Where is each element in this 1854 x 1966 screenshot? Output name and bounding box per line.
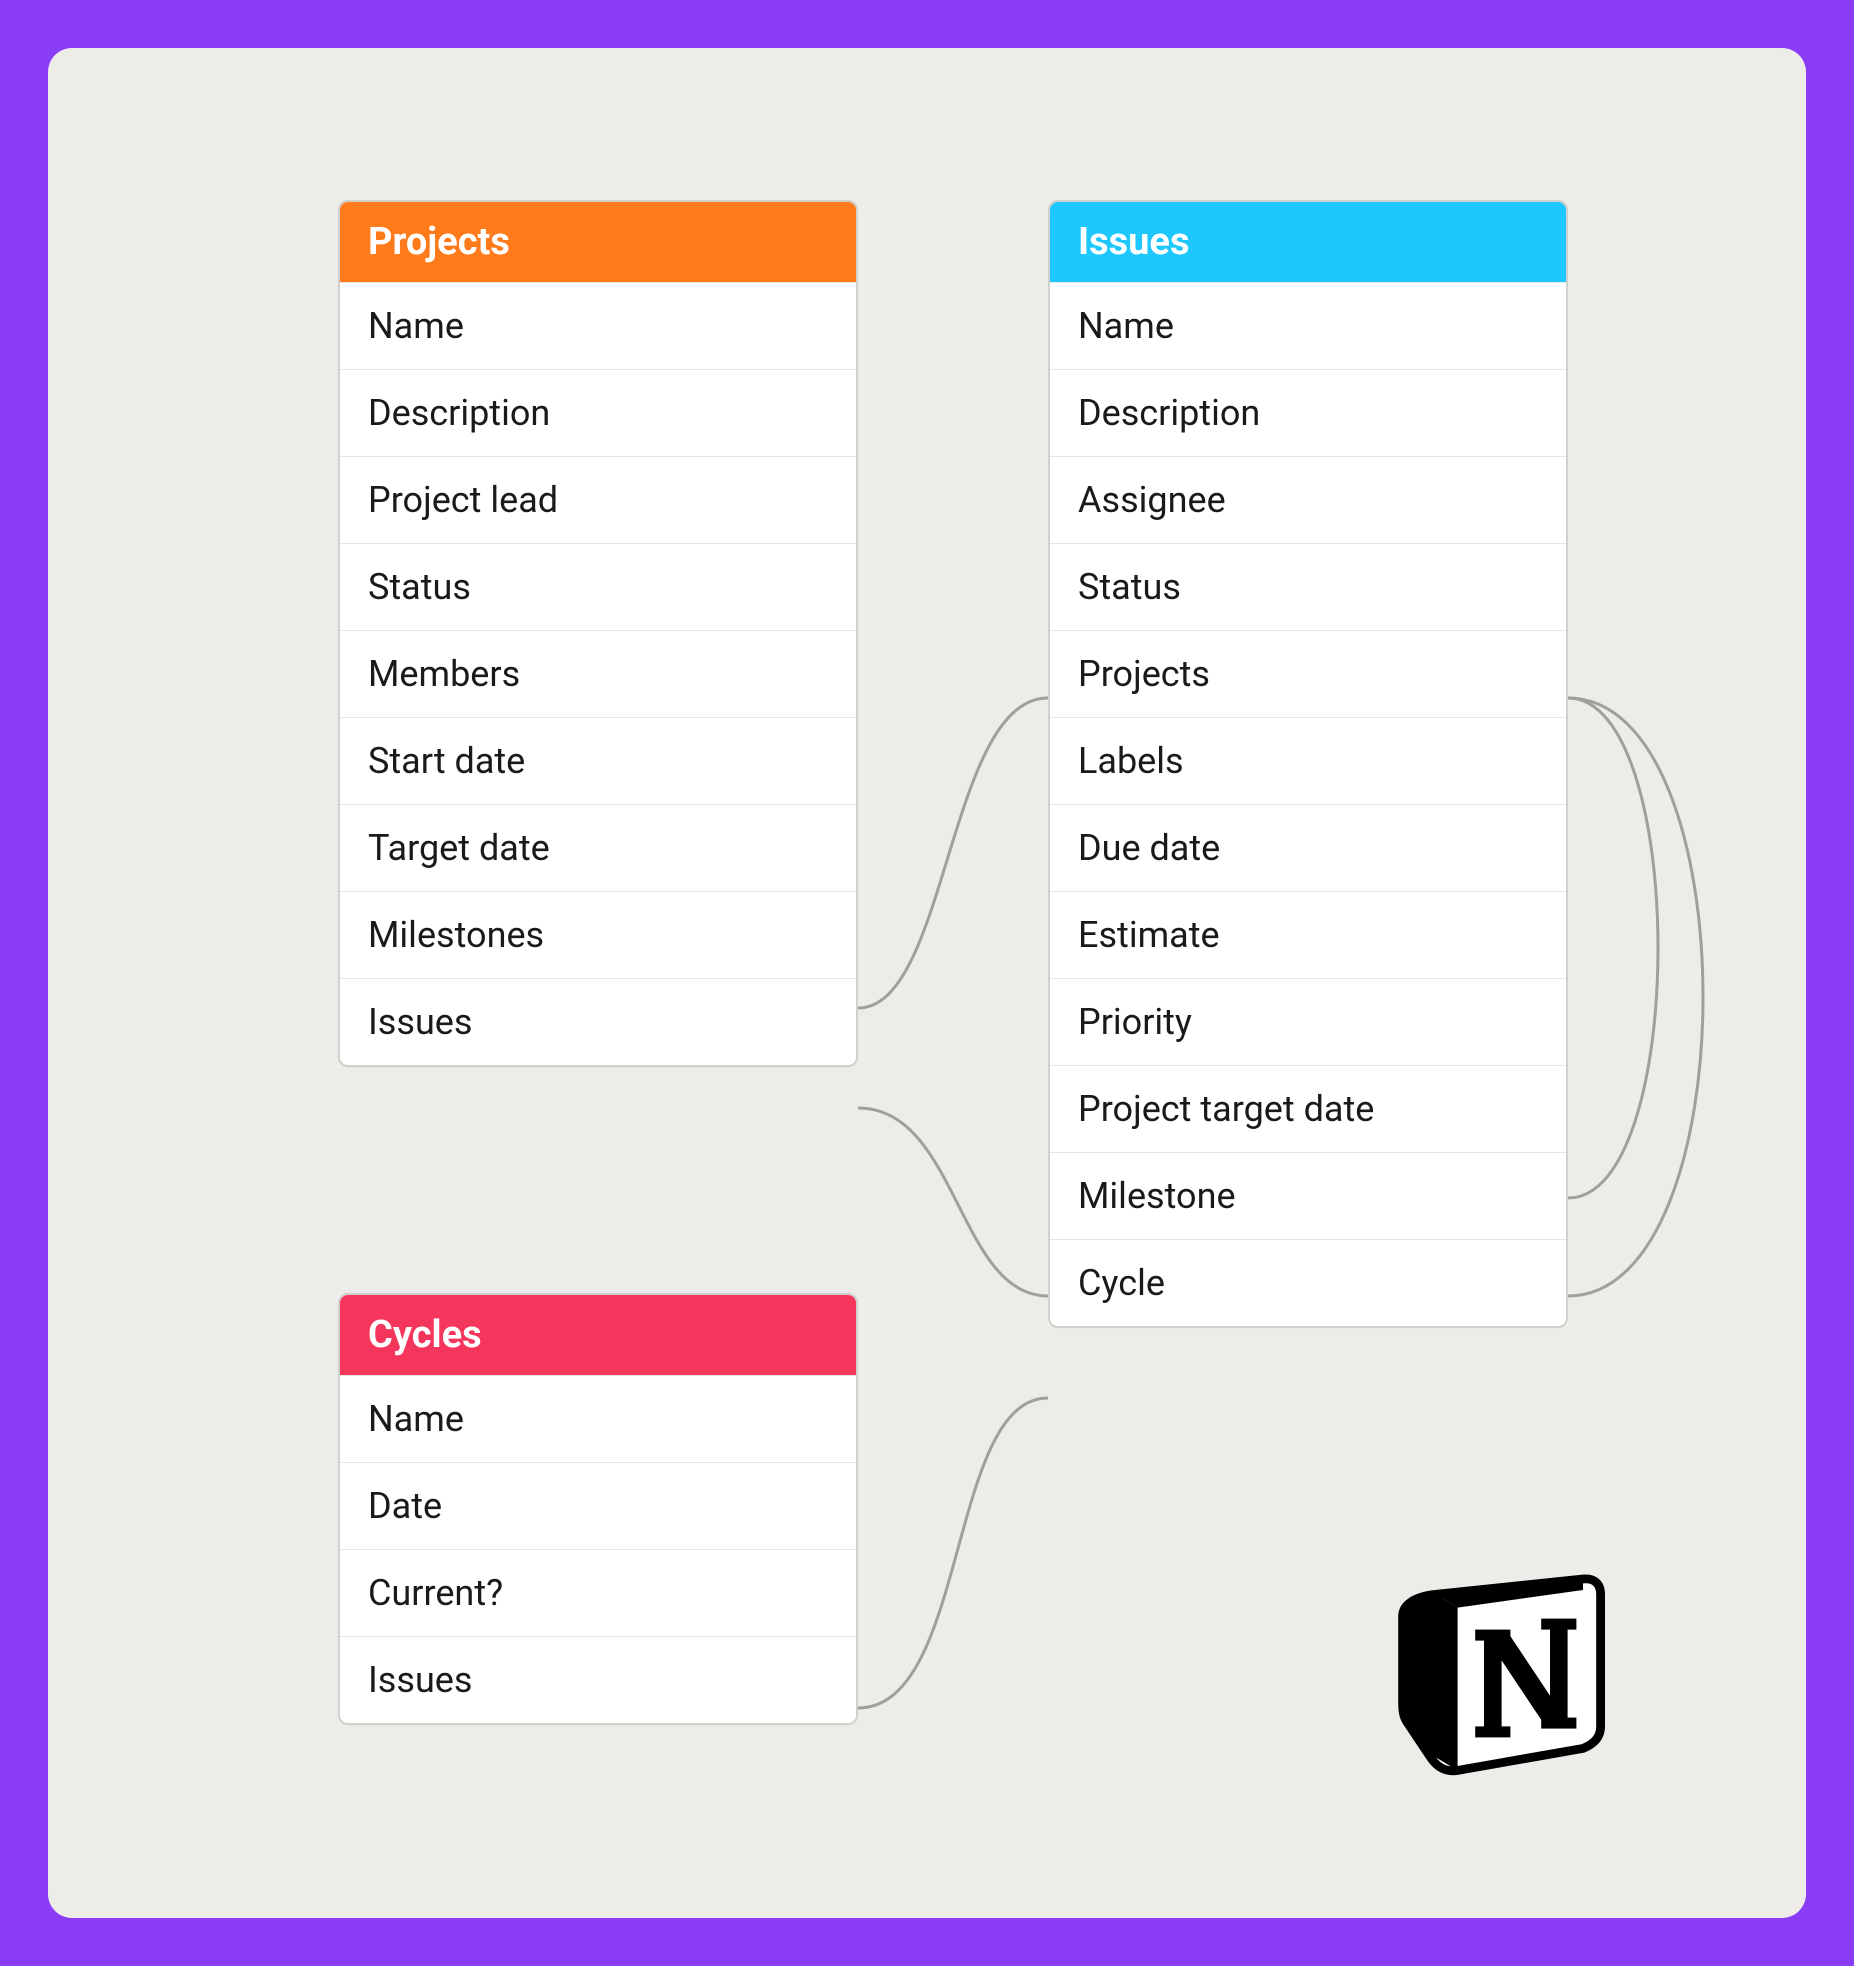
- field-target-date[interactable]: Target date: [340, 804, 856, 891]
- field-due-date[interactable]: Due date: [1050, 804, 1566, 891]
- field-name[interactable]: Name: [340, 1375, 856, 1462]
- notion-logo-icon: [1396, 1568, 1616, 1778]
- field-date[interactable]: Date: [340, 1462, 856, 1549]
- field-issues[interactable]: Issues: [340, 1636, 856, 1723]
- entity-projects-header: Projects: [340, 202, 856, 282]
- field-milestones[interactable]: Milestones: [340, 891, 856, 978]
- field-name[interactable]: Name: [340, 282, 856, 369]
- entity-issues[interactable]: Issues Name Description Assignee Status …: [1048, 200, 1568, 1328]
- field-name[interactable]: Name: [1050, 282, 1566, 369]
- field-assignee[interactable]: Assignee: [1050, 456, 1566, 543]
- field-estimate[interactable]: Estimate: [1050, 891, 1566, 978]
- field-priority[interactable]: Priority: [1050, 978, 1566, 1065]
- field-issues[interactable]: Issues: [340, 978, 856, 1065]
- field-description[interactable]: Description: [340, 369, 856, 456]
- field-status[interactable]: Status: [1050, 543, 1566, 630]
- field-project-target-date[interactable]: Project target date: [1050, 1065, 1566, 1152]
- field-start-date[interactable]: Start date: [340, 717, 856, 804]
- entity-projects[interactable]: Projects Name Description Project lead S…: [338, 200, 858, 1067]
- field-cycle[interactable]: Cycle: [1050, 1239, 1566, 1326]
- field-milestone[interactable]: Milestone: [1050, 1152, 1566, 1239]
- diagram-canvas: Projects Name Description Project lead S…: [48, 48, 1806, 1918]
- entity-issues-header: Issues: [1050, 202, 1566, 282]
- entity-cycles[interactable]: Cycles Name Date Current? Issues: [338, 1293, 858, 1725]
- field-description[interactable]: Description: [1050, 369, 1566, 456]
- field-current[interactable]: Current?: [340, 1549, 856, 1636]
- field-labels[interactable]: Labels: [1050, 717, 1566, 804]
- field-projects[interactable]: Projects: [1050, 630, 1566, 717]
- entity-cycles-header: Cycles: [340, 1295, 856, 1375]
- field-status[interactable]: Status: [340, 543, 856, 630]
- field-members[interactable]: Members: [340, 630, 856, 717]
- field-project-lead[interactable]: Project lead: [340, 456, 856, 543]
